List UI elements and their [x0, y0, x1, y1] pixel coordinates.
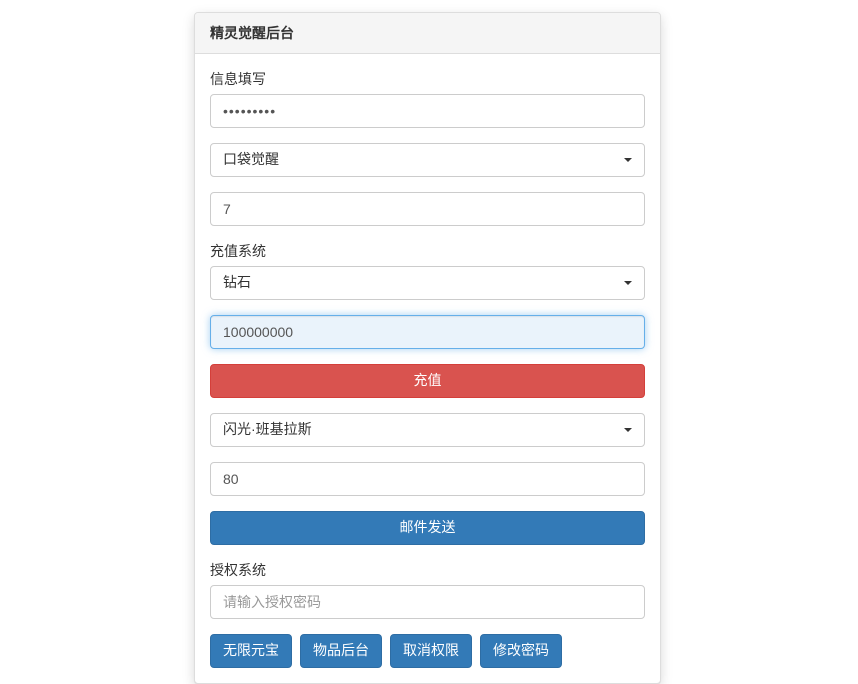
panel-header: 精灵觉醒后台 — [195, 13, 660, 54]
password-input[interactable] — [210, 94, 645, 128]
admin-panel: 精灵觉醒后台 信息填写 口袋觉醒 充值系统 钻石 充值 闪光·班基拉斯 — [194, 12, 661, 684]
currency-select-value: 钻石 — [223, 274, 251, 290]
items-admin-button[interactable]: 物品后台 — [300, 634, 382, 668]
mail-send-button[interactable]: 邮件发送 — [210, 511, 645, 545]
currency-select[interactable]: 钻石 — [210, 266, 645, 300]
game-select-button[interactable]: 口袋觉醒 — [210, 143, 645, 177]
level-input[interactable] — [210, 462, 645, 496]
cancel-auth-button[interactable]: 取消权限 — [390, 634, 472, 668]
info-section-label: 信息填写 — [210, 69, 645, 89]
game-select[interactable]: 口袋觉醒 — [210, 143, 645, 177]
currency-select-button[interactable]: 钻石 — [210, 266, 645, 300]
auth-password-input[interactable] — [210, 585, 645, 619]
auth-section-label: 授权系统 — [210, 560, 645, 580]
game-select-value: 口袋觉醒 — [223, 151, 279, 167]
panel-title: 精灵觉醒后台 — [210, 23, 645, 43]
caret-icon — [624, 158, 632, 162]
item-select-button[interactable]: 闪光·班基拉斯 — [210, 413, 645, 447]
change-password-button[interactable]: 修改密码 — [480, 634, 562, 668]
action-button-row: 无限元宝 物品后台 取消权限 修改密码 — [210, 634, 645, 668]
panel-body: 信息填写 口袋觉醒 充值系统 钻石 充值 闪光·班基拉斯 邮件发送 — [195, 54, 660, 683]
recharge-button[interactable]: 充值 — [210, 364, 645, 398]
caret-icon — [624, 281, 632, 285]
caret-icon — [624, 428, 632, 432]
recharge-section-label: 充值系统 — [210, 241, 645, 261]
item-select-value: 闪光·班基拉斯 — [223, 421, 312, 437]
server-input[interactable] — [210, 192, 645, 226]
item-select[interactable]: 闪光·班基拉斯 — [210, 413, 645, 447]
unlimited-gold-button[interactable]: 无限元宝 — [210, 634, 292, 668]
amount-input[interactable] — [210, 315, 645, 349]
